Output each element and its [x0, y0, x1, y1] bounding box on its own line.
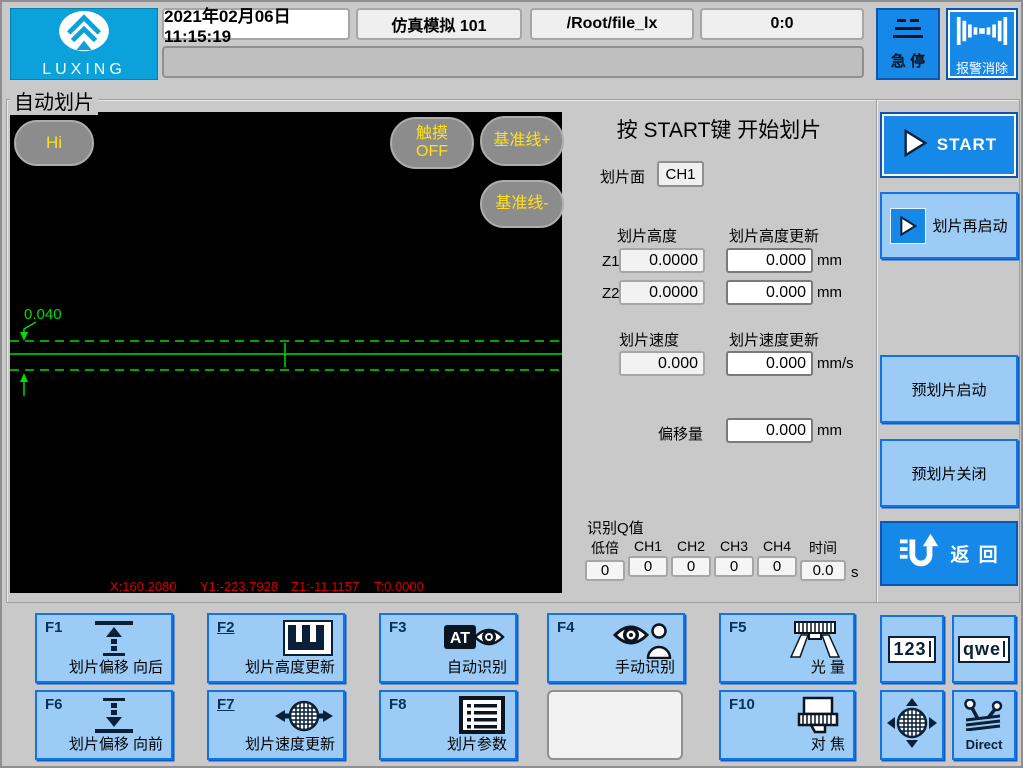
q-value-ch4: 0 [757, 556, 797, 577]
fkey-f9-blank[interactable] [547, 690, 683, 760]
fkey-f5-light-amount[interactable]: F5 光 量 [719, 613, 855, 683]
height-update-header: 划片高度更新 [729, 225, 819, 246]
speed-update-header: 划片速度更新 [729, 329, 819, 350]
q-col-ch4: CH4 0 [757, 538, 797, 577]
z1-unit: mm [817, 252, 842, 269]
speed-update-input[interactable]: 0.000 [726, 351, 813, 376]
joystick-icon [962, 699, 1006, 736]
coord-t: T:0.0000 [374, 579, 424, 594]
fkey-f10-focus[interactable]: F10 对 焦 [719, 690, 855, 760]
fkey-f6-offset-forward[interactable]: F6 划片偏移 向前 [35, 690, 173, 760]
q-value-ch2: 0 [671, 556, 711, 577]
height-header: 划片高度 [617, 225, 677, 246]
z1-label: Z1 [602, 253, 620, 270]
coord-z1: Z1:-11.1157 [291, 579, 359, 594]
panel-separator [876, 100, 878, 602]
surface-channel-selector[interactable]: CH1 [657, 161, 704, 187]
q-col-time: 时间 0.0 [800, 538, 846, 581]
play-small-icon [890, 208, 926, 244]
datetime-display: 2021年02月06日 11:15:19 [162, 8, 350, 40]
offset-input[interactable]: 0.000 [726, 418, 813, 443]
machine-ui-window: LUXING 2021年02月06日 11:15:19 仿真模拟 101 /Ro… [0, 0, 1023, 768]
q-time-unit: s [851, 564, 859, 581]
wafer-jog-icon [886, 697, 938, 754]
z2-height-update-input[interactable]: 0.000 [726, 280, 813, 305]
pre-dicing-start-label: 预划片启动 [911, 379, 986, 400]
back-label: 返 回 [950, 540, 999, 567]
direct-label: Direct [966, 737, 1003, 752]
direct-mode-button[interactable]: Direct [952, 690, 1016, 760]
q-col-ch2: CH2 0 [671, 538, 711, 577]
fkey-f4-manual-recognition[interactable]: F4 手动识别 [547, 613, 685, 683]
emergency-stop-button[interactable]: 急 停 [876, 8, 940, 80]
offset-unit: mm [817, 422, 842, 439]
mode-button[interactable]: 仿真模拟 101 [356, 8, 522, 40]
text-keyboard-button[interactable]: qwe [952, 615, 1016, 683]
z1-height-update-input[interactable]: 0.000 [726, 248, 813, 273]
speed-field: 0.000 [619, 351, 705, 376]
svg-text:AT: AT [450, 630, 470, 647]
q-col-ch1: CH1 0 [628, 538, 668, 577]
speed-unit: mm/s [817, 355, 854, 372]
camera-view[interactable]: Hi 触摸 OFF 基准线+ 基准线- 0.040 X:160.2080 Y1:… [10, 112, 562, 593]
alarm-clear-label: 报警消除 [956, 58, 1008, 77]
z2-label: Z2 [602, 285, 620, 302]
q-value-ch1: 0 [628, 556, 668, 577]
wafer-jog-button[interactable] [880, 690, 944, 760]
pre-dicing-close-label: 预划片关闭 [911, 463, 986, 484]
camera-overlay: 0.040 [10, 112, 562, 593]
logo-label: LUXING [42, 61, 126, 79]
z2-height-field: 0.0000 [619, 280, 705, 305]
q-col-ch3: CH3 0 [714, 538, 754, 577]
z1-height-field: 0.0000 [619, 248, 705, 273]
q-col-lowmag: 低倍 0 [585, 538, 625, 581]
z2-unit: mm [817, 284, 842, 301]
q-value-ch3: 0 [714, 556, 754, 577]
offset-label: 偏移量 [658, 423, 703, 444]
q-value-row: 低倍 0 CH1 0 CH2 0 CH3 0 CH4 0 时间 0.0 s [585, 538, 859, 581]
dicing-restart-button[interactable]: 划片再启动 [880, 192, 1018, 259]
speed-header: 划片速度 [619, 329, 679, 350]
coord-x: X:160.2080 [110, 579, 177, 594]
logo-icon [53, 10, 115, 59]
q-value-title: 识别Q值 [587, 517, 644, 538]
emergency-stop-label: 急 停 [891, 50, 925, 71]
back-button[interactable]: 返 回 [880, 521, 1018, 586]
q-value-time: 0.0 [800, 560, 846, 581]
surface-label: 划片面 [600, 166, 645, 187]
logo-button[interactable]: LUXING [10, 8, 158, 80]
auto-eye-icon: AT [443, 619, 505, 660]
alarm-clear-button[interactable]: 报警消除 [946, 8, 1018, 80]
emergency-stop-icon [888, 17, 928, 46]
pre-dicing-close-button[interactable]: 预划片关闭 [880, 439, 1018, 507]
numeric-keypad-button[interactable]: 123 [880, 615, 944, 683]
alarm-clear-icon [955, 12, 1009, 55]
pre-dicing-start-button[interactable]: 预划片启动 [880, 355, 1018, 423]
start-instruction: 按 START键 开始划片 [562, 114, 876, 144]
q-value-lowmag: 0 [585, 560, 625, 581]
play-icon [901, 128, 929, 163]
return-arrow-icon [898, 531, 942, 576]
fkey-f7-speed-update[interactable]: F7 划片速度更新 [207, 690, 345, 760]
counter-button[interactable]: 0:0 [700, 8, 864, 40]
measure-value: 0.040 [24, 306, 62, 323]
group-title: 自动划片 [10, 86, 98, 115]
coord-y1: Y1:-223.7928 [200, 579, 278, 594]
file-path-button[interactable]: /Root/file_lx [530, 8, 694, 40]
dicing-restart-label: 划片再启动 [932, 215, 1007, 236]
numpad-icon: 123 [888, 636, 935, 663]
keyboard-icon: qwe [958, 636, 1010, 663]
fkey-f8-parameters[interactable]: F8 划片参数 [379, 690, 517, 760]
fkey-f2-height-update[interactable]: F2 划片高度更新 [207, 613, 345, 683]
fkey-f1-offset-back[interactable]: F1 划片偏移 向后 [35, 613, 173, 683]
start-button[interactable]: START [880, 112, 1018, 178]
fkey-f3-auto-recognition[interactable]: F3 AT 自动识别 [379, 613, 517, 683]
start-label: START [937, 135, 997, 155]
progress-bar [162, 46, 864, 78]
